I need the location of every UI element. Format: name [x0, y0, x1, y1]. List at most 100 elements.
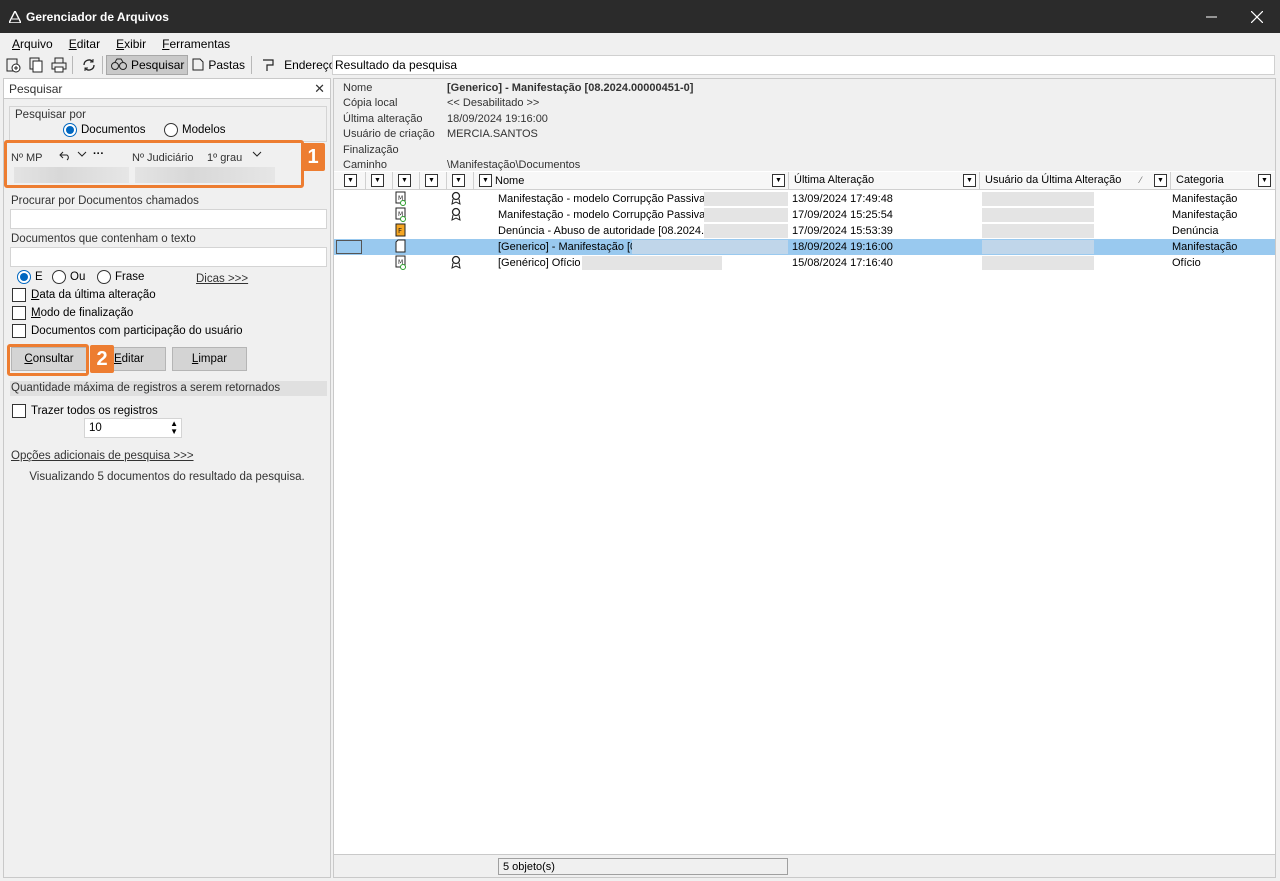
close-button[interactable] [1234, 0, 1280, 33]
edit-button-label: Editar [113, 353, 145, 365]
column-header-category[interactable]: Categoria [1173, 174, 1224, 186]
search-panel-title: Pesquisar [9, 81, 63, 96]
redacted-text [582, 256, 722, 270]
chk-user-participation-box[interactable] [12, 324, 26, 338]
redacted-user [982, 224, 1094, 238]
table-row[interactable]: M [Genérico] Ofício 15/08/2024 17:16:40 … [334, 255, 1275, 271]
named-docs-input[interactable] [10, 209, 327, 229]
dropdown-arrow-icon[interactable]: ▼ [772, 174, 785, 187]
chk-all-records[interactable]: Trazer todos os registros [12, 404, 158, 418]
dropdown-arrow-icon[interactable]: ▼ [963, 174, 976, 187]
menu-arquivo[interactable]: Arquivo [12, 37, 53, 51]
redacted-user [982, 208, 1094, 222]
max-records-value: 10 [89, 422, 102, 434]
instance-select[interactable]: 1º grau [207, 152, 242, 164]
column-filter-5[interactable]: ▼ [452, 174, 465, 187]
chk-finalization-box[interactable] [12, 306, 26, 320]
column-separator [365, 172, 366, 190]
search-by-label: Pesquisar por [15, 109, 86, 121]
judicial-number-field[interactable] [135, 167, 275, 183]
more-search-options-link[interactable]: Opções adicionais de pesquisa >>> [11, 450, 194, 462]
dropdown-arrow-icon[interactable]: ▼ [1258, 174, 1271, 187]
close-panel-icon[interactable]: ✕ [314, 81, 325, 97]
dropdown-arrow-icon[interactable]: ▼ [425, 174, 438, 187]
tips-link[interactable]: Dicas >>> [196, 273, 248, 285]
svg-text:F: F [398, 227, 402, 235]
search-by-group: Pesquisar por Documentos Modelos [9, 106, 327, 142]
dropdown-arrow-icon[interactable]: ▼ [1154, 174, 1167, 187]
menu-exibir[interactable]: Exibir [116, 37, 146, 51]
dropdown-arrow-icon[interactable]: ▼ [371, 174, 384, 187]
radio-documents-indicator[interactable] [63, 123, 77, 137]
radio-or[interactable]: Ou [52, 270, 85, 284]
radio-or-indicator[interactable] [52, 270, 66, 284]
dropdown-arrow-icon[interactable]: ▼ [479, 174, 492, 187]
column-category-label: Categoria [1176, 174, 1224, 186]
column-name-filter[interactable]: ▼ [772, 174, 785, 187]
column-separator [979, 172, 980, 190]
print-icon[interactable] [49, 55, 69, 75]
menu-editar[interactable]: Editar [69, 37, 100, 51]
column-filter-2[interactable]: ▼ [371, 174, 384, 187]
undo-icon[interactable] [59, 149, 71, 164]
grid-header: ▼ ▼ ▼ ▼ ▼ ▼ Nome ▼ Última Alteração ▼ Us… [334, 172, 1275, 190]
detail-localcopy-row: Cópia local << Desabilitado >> [343, 97, 539, 109]
radio-models[interactable]: Modelos [164, 123, 225, 137]
chk-user-participation[interactable]: Documentos com participação do usuário [12, 324, 243, 338]
radio-and[interactable]: E [17, 270, 43, 284]
mp-number-field[interactable] [14, 167, 129, 183]
search-panel-header: Pesquisar ✕ [4, 79, 330, 99]
dropdown-arrow-icon[interactable]: ▼ [344, 174, 357, 187]
search-toolbar-button[interactable]: Pesquisar [106, 55, 189, 75]
chevron-down-icon[interactable] [77, 149, 87, 162]
radio-phrase[interactable]: Frase [97, 270, 144, 284]
menu-ferramentas[interactable]: Ferramentas [162, 37, 230, 51]
column-header-lastuser[interactable]: Usuário da Última Alteração [982, 174, 1121, 186]
detail-path-key: Caminho [343, 159, 388, 171]
dropdown-arrow-icon[interactable]: ▼ [452, 174, 465, 187]
clear-button[interactable]: Limpar [172, 347, 247, 371]
max-records-stepper[interactable]: 10 ▲ ▼ [84, 418, 182, 438]
more-options-icon[interactable]: ··· [93, 148, 104, 160]
column-header-lastchange[interactable]: Última Alteração [791, 174, 874, 186]
refresh-icon[interactable] [79, 55, 99, 75]
chk-last-change[interactable]: Data da última alteração [12, 288, 156, 302]
chk-finalization[interactable]: Modo de finalização [12, 306, 133, 320]
column-header-name[interactable]: ▼ Nome [479, 174, 524, 187]
minimize-button[interactable] [1188, 0, 1234, 33]
text-docs-input[interactable] [10, 247, 327, 267]
column-filter-1[interactable]: ▼ [344, 174, 357, 187]
folders-toolbar-button[interactable]: Pastas [188, 55, 248, 75]
column-filter-3[interactable]: ▼ [398, 174, 411, 187]
column-lastchange-filter[interactable]: ▼ [963, 174, 976, 187]
app-logo-icon [8, 10, 22, 24]
table-row[interactable]: M Manifestação - modelo Corrupção Passiv… [334, 191, 1275, 207]
table-row[interactable]: M Manifestação - modelo Corrupção Passiv… [334, 207, 1275, 223]
table-row[interactable]: F Denúncia - Abuso de autoridade [08.202… [334, 223, 1275, 239]
row-category: Manifestação [1172, 241, 1238, 253]
row-selector[interactable] [336, 240, 362, 254]
row-category: Manifestação [1172, 209, 1238, 221]
table-row-selected[interactable]: [Generico] - Manifestação [0 18/09/2024 … [334, 239, 1275, 255]
radio-phrase-indicator[interactable] [97, 270, 111, 284]
radio-models-indicator[interactable] [164, 123, 178, 137]
address-field[interactable]: Resultado da pesquisa [332, 55, 1275, 75]
radio-and-indicator[interactable] [17, 270, 31, 284]
detail-localcopy-value: << Desabilitado >> [447, 97, 540, 109]
toolbar-separator [251, 56, 253, 74]
column-lastuser-label: Usuário da Última Alteração [985, 174, 1122, 186]
column-lastuser-filter[interactable]: ▼ [1154, 174, 1167, 187]
chk-all-records-box[interactable] [12, 404, 26, 418]
new-document-icon[interactable] [3, 55, 23, 75]
dropdown-arrow-icon[interactable]: ▼ [398, 174, 411, 187]
column-filter-4[interactable]: ▼ [425, 174, 438, 187]
copy-document-icon[interactable] [26, 55, 46, 75]
instance-chevron-down-icon[interactable] [252, 149, 262, 162]
radio-documents[interactable]: Documentos [63, 123, 146, 137]
redacted-user [982, 240, 1094, 254]
column-category-filter[interactable]: ▼ [1258, 174, 1271, 187]
radio-and-label: E [35, 271, 43, 283]
pin-icon[interactable] [258, 55, 278, 75]
chk-last-change-box[interactable] [12, 288, 26, 302]
stepper-arrows-icon[interactable]: ▲ ▼ [170, 420, 178, 436]
